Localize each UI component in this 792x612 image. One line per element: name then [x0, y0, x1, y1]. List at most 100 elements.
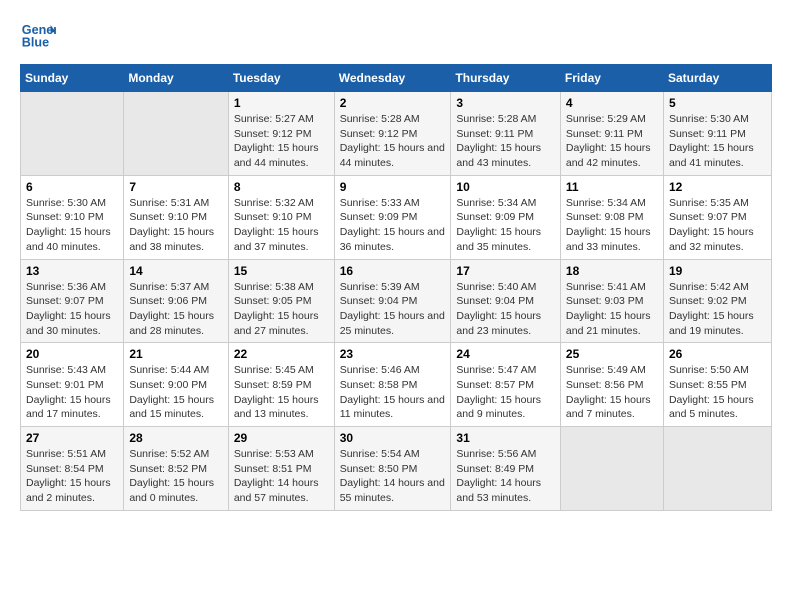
calendar-cell: 10Sunrise: 5:34 AM Sunset: 9:09 PM Dayli… — [451, 175, 561, 259]
page: General Blue SundayMondayTuesdayWednesda… — [0, 0, 792, 527]
day-number: 25 — [566, 347, 658, 361]
day-info: Sunrise: 5:42 AM Sunset: 9:02 PM Dayligh… — [669, 280, 766, 339]
day-number: 10 — [456, 180, 555, 194]
day-of-week-header: Sunday — [21, 65, 124, 92]
calendar-cell: 11Sunrise: 5:34 AM Sunset: 9:08 PM Dayli… — [560, 175, 663, 259]
calendar-week-row: 1 Sunrise: 5:27 AM Sunset: 9:12 PM Daylig… — [21, 92, 772, 176]
calendar-cell: 25 Sunrise: 5:49 AM Sunset: 8:56 PM Dayli… — [560, 343, 663, 427]
calendar-cell: 30 Sunrise: 5:54 AM Sunset: 8:50 PM Dayli… — [334, 427, 451, 511]
day-number: 24 — [456, 347, 555, 361]
calendar-cell: 13 Sunrise: 5:36 AM Sunset: 9:07 PM Dayli… — [21, 259, 124, 343]
calendar-cell — [663, 427, 771, 511]
day-info: Sunrise: 5:32 AM Sunset: 9:10 PM Dayligh… — [234, 196, 329, 255]
day-of-week-header: Wednesday — [334, 65, 451, 92]
calendar-cell: 22Sunrise: 5:45 AM Sunset: 8:59 PM Dayli… — [228, 343, 334, 427]
day-info: Sunrise: 5:33 AM Sunset: 9:09 PM Dayligh… — [340, 196, 446, 255]
day-number: 16 — [340, 264, 446, 278]
day-of-week-header: Friday — [560, 65, 663, 92]
calendar-cell: 20Sunrise: 5:43 AM Sunset: 9:01 PM Dayli… — [21, 343, 124, 427]
day-info: Sunrise: 5:41 AM Sunset: 9:03 PM Dayligh… — [566, 280, 658, 339]
calendar-cell: 26Sunrise: 5:50 AM Sunset: 8:55 PM Dayli… — [663, 343, 771, 427]
day-info: Sunrise: 5:28 AM Sunset: 9:12 PM Dayligh… — [340, 112, 446, 171]
calendar-cell: 29Sunrise: 5:53 AM Sunset: 8:51 PM Dayli… — [228, 427, 334, 511]
day-info: Sunrise: 5:46 AM Sunset: 8:58 PM Dayligh… — [340, 363, 446, 422]
calendar-cell: 7Sunrise: 5:31 AM Sunset: 9:10 PM Daylig… — [124, 175, 228, 259]
calendar-cell: 12 Sunrise: 5:35 AM Sunset: 9:07 PM Dayli… — [663, 175, 771, 259]
day-number: 17 — [456, 264, 555, 278]
day-info: Sunrise: 5:54 AM Sunset: 8:50 PM Dayligh… — [340, 447, 446, 506]
day-info: Sunrise: 5:35 AM Sunset: 9:07 PM Dayligh… — [669, 196, 766, 255]
day-info: Sunrise: 5:37 AM Sunset: 9:06 PM Dayligh… — [129, 280, 222, 339]
day-number: 12 — [669, 180, 766, 194]
calendar-cell: 19Sunrise: 5:42 AM Sunset: 9:02 PM Dayli… — [663, 259, 771, 343]
calendar-cell — [124, 92, 228, 176]
day-info: Sunrise: 5:49 AM Sunset: 8:56 PM Dayligh… — [566, 363, 658, 422]
calendar-cell: 2 Sunrise: 5:28 AM Sunset: 9:12 PM Daylig… — [334, 92, 451, 176]
svg-text:Blue: Blue — [22, 36, 49, 50]
day-number: 30 — [340, 431, 446, 445]
calendar-cell — [560, 427, 663, 511]
day-info: Sunrise: 5:43 AM Sunset: 9:01 PM Dayligh… — [26, 363, 118, 422]
day-info: Sunrise: 5:51 AM Sunset: 8:54 PM Dayligh… — [26, 447, 118, 506]
day-number: 28 — [129, 431, 222, 445]
day-number: 15 — [234, 264, 329, 278]
calendar-cell: 8 Sunrise: 5:32 AM Sunset: 9:10 PM Daylig… — [228, 175, 334, 259]
calendar-cell: 21 Sunrise: 5:44 AM Sunset: 9:00 PM Dayli… — [124, 343, 228, 427]
day-info: Sunrise: 5:56 AM Sunset: 8:49 PM Dayligh… — [456, 447, 555, 506]
calendar-cell: 28 Sunrise: 5:52 AM Sunset: 8:52 PM Dayli… — [124, 427, 228, 511]
day-info: Sunrise: 5:39 AM Sunset: 9:04 PM Dayligh… — [340, 280, 446, 339]
calendar-cell: 5Sunrise: 5:30 AM Sunset: 9:11 PM Daylig… — [663, 92, 771, 176]
calendar-cell: 18 Sunrise: 5:41 AM Sunset: 9:03 PM Dayli… — [560, 259, 663, 343]
logo: General Blue — [20, 16, 60, 52]
calendar-week-row: 20Sunrise: 5:43 AM Sunset: 9:01 PM Dayli… — [21, 343, 772, 427]
day-of-week-header: Tuesday — [228, 65, 334, 92]
day-info: Sunrise: 5:34 AM Sunset: 9:08 PM Dayligh… — [566, 196, 658, 255]
calendar-cell: 24 Sunrise: 5:47 AM Sunset: 8:57 PM Dayli… — [451, 343, 561, 427]
day-of-week-header: Thursday — [451, 65, 561, 92]
day-info: Sunrise: 5:44 AM Sunset: 9:00 PM Dayligh… — [129, 363, 222, 422]
calendar-cell: 23Sunrise: 5:46 AM Sunset: 8:58 PM Dayli… — [334, 343, 451, 427]
day-number: 7 — [129, 180, 222, 194]
day-number: 13 — [26, 264, 118, 278]
day-number: 6 — [26, 180, 118, 194]
day-number: 2 — [340, 96, 446, 110]
day-number: 22 — [234, 347, 329, 361]
day-info: Sunrise: 5:52 AM Sunset: 8:52 PM Dayligh… — [129, 447, 222, 506]
day-info: Sunrise: 5:38 AM Sunset: 9:05 PM Dayligh… — [234, 280, 329, 339]
day-number: 5 — [669, 96, 766, 110]
calendar-cell: 4 Sunrise: 5:29 AM Sunset: 9:11 PM Daylig… — [560, 92, 663, 176]
day-info: Sunrise: 5:28 AM Sunset: 9:11 PM Dayligh… — [456, 112, 555, 171]
calendar-table: SundayMondayTuesdayWednesdayThursdayFrid… — [20, 64, 772, 511]
day-number: 14 — [129, 264, 222, 278]
logo-icon: General Blue — [20, 16, 56, 52]
day-info: Sunrise: 5:47 AM Sunset: 8:57 PM Dayligh… — [456, 363, 555, 422]
calendar-cell: 1 Sunrise: 5:27 AM Sunset: 9:12 PM Daylig… — [228, 92, 334, 176]
calendar-cell: 3 Sunrise: 5:28 AM Sunset: 9:11 PM Daylig… — [451, 92, 561, 176]
day-info: Sunrise: 5:29 AM Sunset: 9:11 PM Dayligh… — [566, 112, 658, 171]
day-number: 21 — [129, 347, 222, 361]
calendar-week-row: 27Sunrise: 5:51 AM Sunset: 8:54 PM Dayli… — [21, 427, 772, 511]
calendar-cell: 16 Sunrise: 5:39 AM Sunset: 9:04 PM Dayli… — [334, 259, 451, 343]
day-info: Sunrise: 5:27 AM Sunset: 9:12 PM Dayligh… — [234, 112, 329, 171]
calendar-cell: 17 Sunrise: 5:40 AM Sunset: 9:04 PM Dayli… — [451, 259, 561, 343]
day-number: 18 — [566, 264, 658, 278]
calendar-cell: 31Sunrise: 5:56 AM Sunset: 8:49 PM Dayli… — [451, 427, 561, 511]
day-info: Sunrise: 5:36 AM Sunset: 9:07 PM Dayligh… — [26, 280, 118, 339]
day-number: 29 — [234, 431, 329, 445]
day-info: Sunrise: 5:40 AM Sunset: 9:04 PM Dayligh… — [456, 280, 555, 339]
calendar-week-row: 13 Sunrise: 5:36 AM Sunset: 9:07 PM Dayli… — [21, 259, 772, 343]
day-number: 3 — [456, 96, 555, 110]
day-info: Sunrise: 5:30 AM Sunset: 9:10 PM Dayligh… — [26, 196, 118, 255]
calendar-cell — [21, 92, 124, 176]
calendar-cell: 9Sunrise: 5:33 AM Sunset: 9:09 PM Daylig… — [334, 175, 451, 259]
day-number: 4 — [566, 96, 658, 110]
calendar-cell: 27Sunrise: 5:51 AM Sunset: 8:54 PM Dayli… — [21, 427, 124, 511]
day-number: 8 — [234, 180, 329, 194]
calendar-week-row: 6 Sunrise: 5:30 AM Sunset: 9:10 PM Daylig… — [21, 175, 772, 259]
day-of-week-header: Saturday — [663, 65, 771, 92]
day-of-week-header: Monday — [124, 65, 228, 92]
calendar-cell: 6 Sunrise: 5:30 AM Sunset: 9:10 PM Daylig… — [21, 175, 124, 259]
calendar-cell: 14 Sunrise: 5:37 AM Sunset: 9:06 PM Dayli… — [124, 259, 228, 343]
day-info: Sunrise: 5:50 AM Sunset: 8:55 PM Dayligh… — [669, 363, 766, 422]
day-number: 1 — [234, 96, 329, 110]
